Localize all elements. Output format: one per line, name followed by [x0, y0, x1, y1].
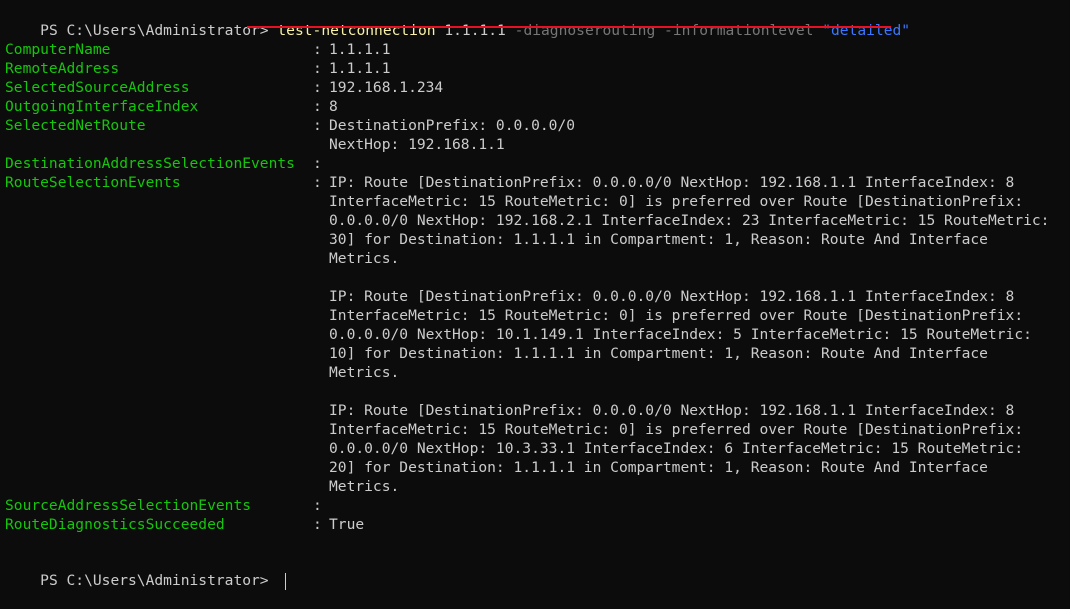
command-value: "detailed" [822, 22, 911, 39]
property-value: Metrics. [329, 478, 400, 495]
final-prompt-line[interactable]: PS C:\Users\Administrator> [5, 552, 287, 590]
property-separator: : [313, 174, 322, 191]
property-value: InterfaceMetric: 15 RouteMetric: 0] is p… [329, 193, 1024, 210]
property-value: 1.1.1.1 [329, 60, 391, 77]
property-value: 20] for Destination: 1.1.1.1 in Compartm… [329, 459, 988, 476]
prompt: PS C:\Users\Administrator> [40, 22, 278, 39]
property-separator: : [313, 516, 322, 533]
command-param-informationlevel: -informationlevel [664, 22, 814, 39]
property-value: Metrics. [329, 250, 400, 267]
command-name: test-netconnection [277, 22, 436, 39]
property-separator: : [313, 117, 322, 134]
property-key: ComputerName [5, 41, 111, 58]
property-value: NextHop: 192.168.1.1 [329, 136, 505, 153]
property-value: 0.0.0.0/0 NextHop: 192.168.2.1 Interface… [329, 212, 1050, 229]
property-value: 0.0.0.0/0 NextHop: 10.1.149.1 InterfaceI… [329, 326, 1032, 343]
property-separator: : [313, 155, 322, 172]
property-value: True [329, 516, 365, 533]
command-line: PS C:\Users\Administrator> test-netconne… [5, 2, 910, 39]
property-key: RouteDiagnosticsSucceeded [5, 516, 225, 533]
command-target: 1.1.1.1 [444, 22, 506, 39]
property-separator: : [313, 60, 322, 77]
property-key: SelectedNetRoute [5, 117, 146, 134]
property-value: 10] for Destination: 1.1.1.1 in Compartm… [329, 345, 988, 362]
property-value: InterfaceMetric: 15 RouteMetric: 0] is p… [329, 421, 1024, 438]
property-key: SelectedSourceAddress [5, 79, 190, 96]
prompt: PS C:\Users\Administrator> [40, 572, 278, 589]
property-key: SourceAddressSelectionEvents [5, 497, 252, 514]
property-key: RemoteAddress [5, 60, 120, 77]
property-value: Metrics. [329, 364, 400, 381]
property-value: 192.168.1.234 [329, 79, 444, 96]
terminal-window[interactable]: PS C:\Users\Administrator> test-netconne… [0, 0, 1070, 590]
property-key: DestinationAddressSelectionEvents [5, 155, 295, 172]
property-value: IP: Route [DestinationPrefix: 0.0.0.0/0 … [329, 174, 1015, 191]
property-key: OutgoingInterfaceIndex [5, 98, 199, 115]
property-value: 0.0.0.0/0 NextHop: 10.3.33.1 InterfaceIn… [329, 440, 1024, 457]
property-value: IP: Route [DestinationPrefix: 0.0.0.0/0 … [329, 288, 1015, 305]
command-param-diagnoserouting: -diagnoserouting [514, 22, 656, 39]
property-separator: : [313, 79, 322, 96]
property-value: IP: Route [DestinationPrefix: 0.0.0.0/0 … [329, 402, 1015, 419]
property-key: RouteSelectionEvents [5, 174, 181, 191]
property-separator: : [313, 41, 322, 58]
command-underline [247, 26, 891, 28]
property-value: 30] for Destination: 1.1.1.1 in Compartm… [329, 231, 988, 248]
property-value: InterfaceMetric: 15 RouteMetric: 0] is p… [329, 307, 1024, 324]
text-cursor [285, 572, 287, 590]
property-separator: : [313, 497, 322, 514]
property-value: DestinationPrefix: 0.0.0.0/0 [329, 117, 576, 134]
property-value: 1.1.1.1 [329, 41, 391, 58]
property-separator: : [313, 98, 322, 115]
property-value: 8 [329, 98, 338, 115]
